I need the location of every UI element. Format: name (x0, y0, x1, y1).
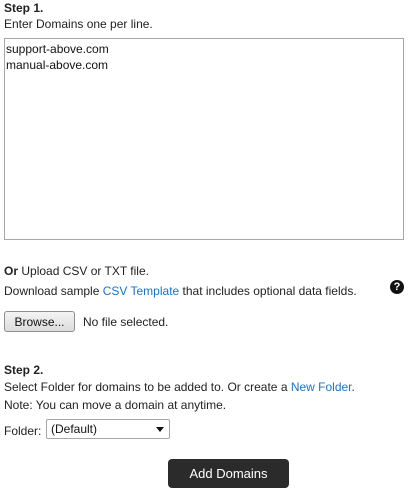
folder-instructions-suffix: . (351, 380, 355, 394)
browse-button[interactable]: Browse... (4, 311, 75, 332)
csv-template-link[interactable]: CSV Template (103, 284, 179, 298)
folder-instructions-prefix: Select Folder for domains to be added to… (4, 380, 291, 394)
folder-label: Folder: (4, 424, 42, 438)
folder-instructions: Select Folder for domains to be added to… (4, 379, 355, 395)
folder-select[interactable]: (Default) (46, 419, 170, 439)
chevron-down-icon (156, 427, 164, 432)
domains-textarea[interactable] (4, 38, 404, 240)
step1-heading: Step 1. (4, 1, 44, 15)
question-circle-icon[interactable]: ? (390, 280, 404, 294)
new-folder-link[interactable]: New Folder (291, 380, 352, 394)
download-suffix: that includes optional data fields. (179, 284, 357, 298)
or-label: Or (4, 264, 19, 278)
folder-select-value: (Default) (51, 422, 98, 436)
download-template-line: Download sample CSV Template that includ… (4, 283, 357, 299)
upload-instructions: Or Upload CSV or TXT file. (4, 263, 149, 279)
add-domains-button[interactable]: Add Domains (168, 459, 289, 488)
move-domain-note: Note: You can move a domain at anytime. (4, 398, 227, 412)
file-status-text: No file selected. (83, 315, 169, 329)
download-prefix: Download sample (4, 284, 103, 298)
step2-heading: Step 2. (4, 363, 44, 377)
step1-instructions: Enter Domains one per line. (4, 17, 153, 31)
upload-text: Upload CSV or TXT file. (18, 264, 149, 278)
